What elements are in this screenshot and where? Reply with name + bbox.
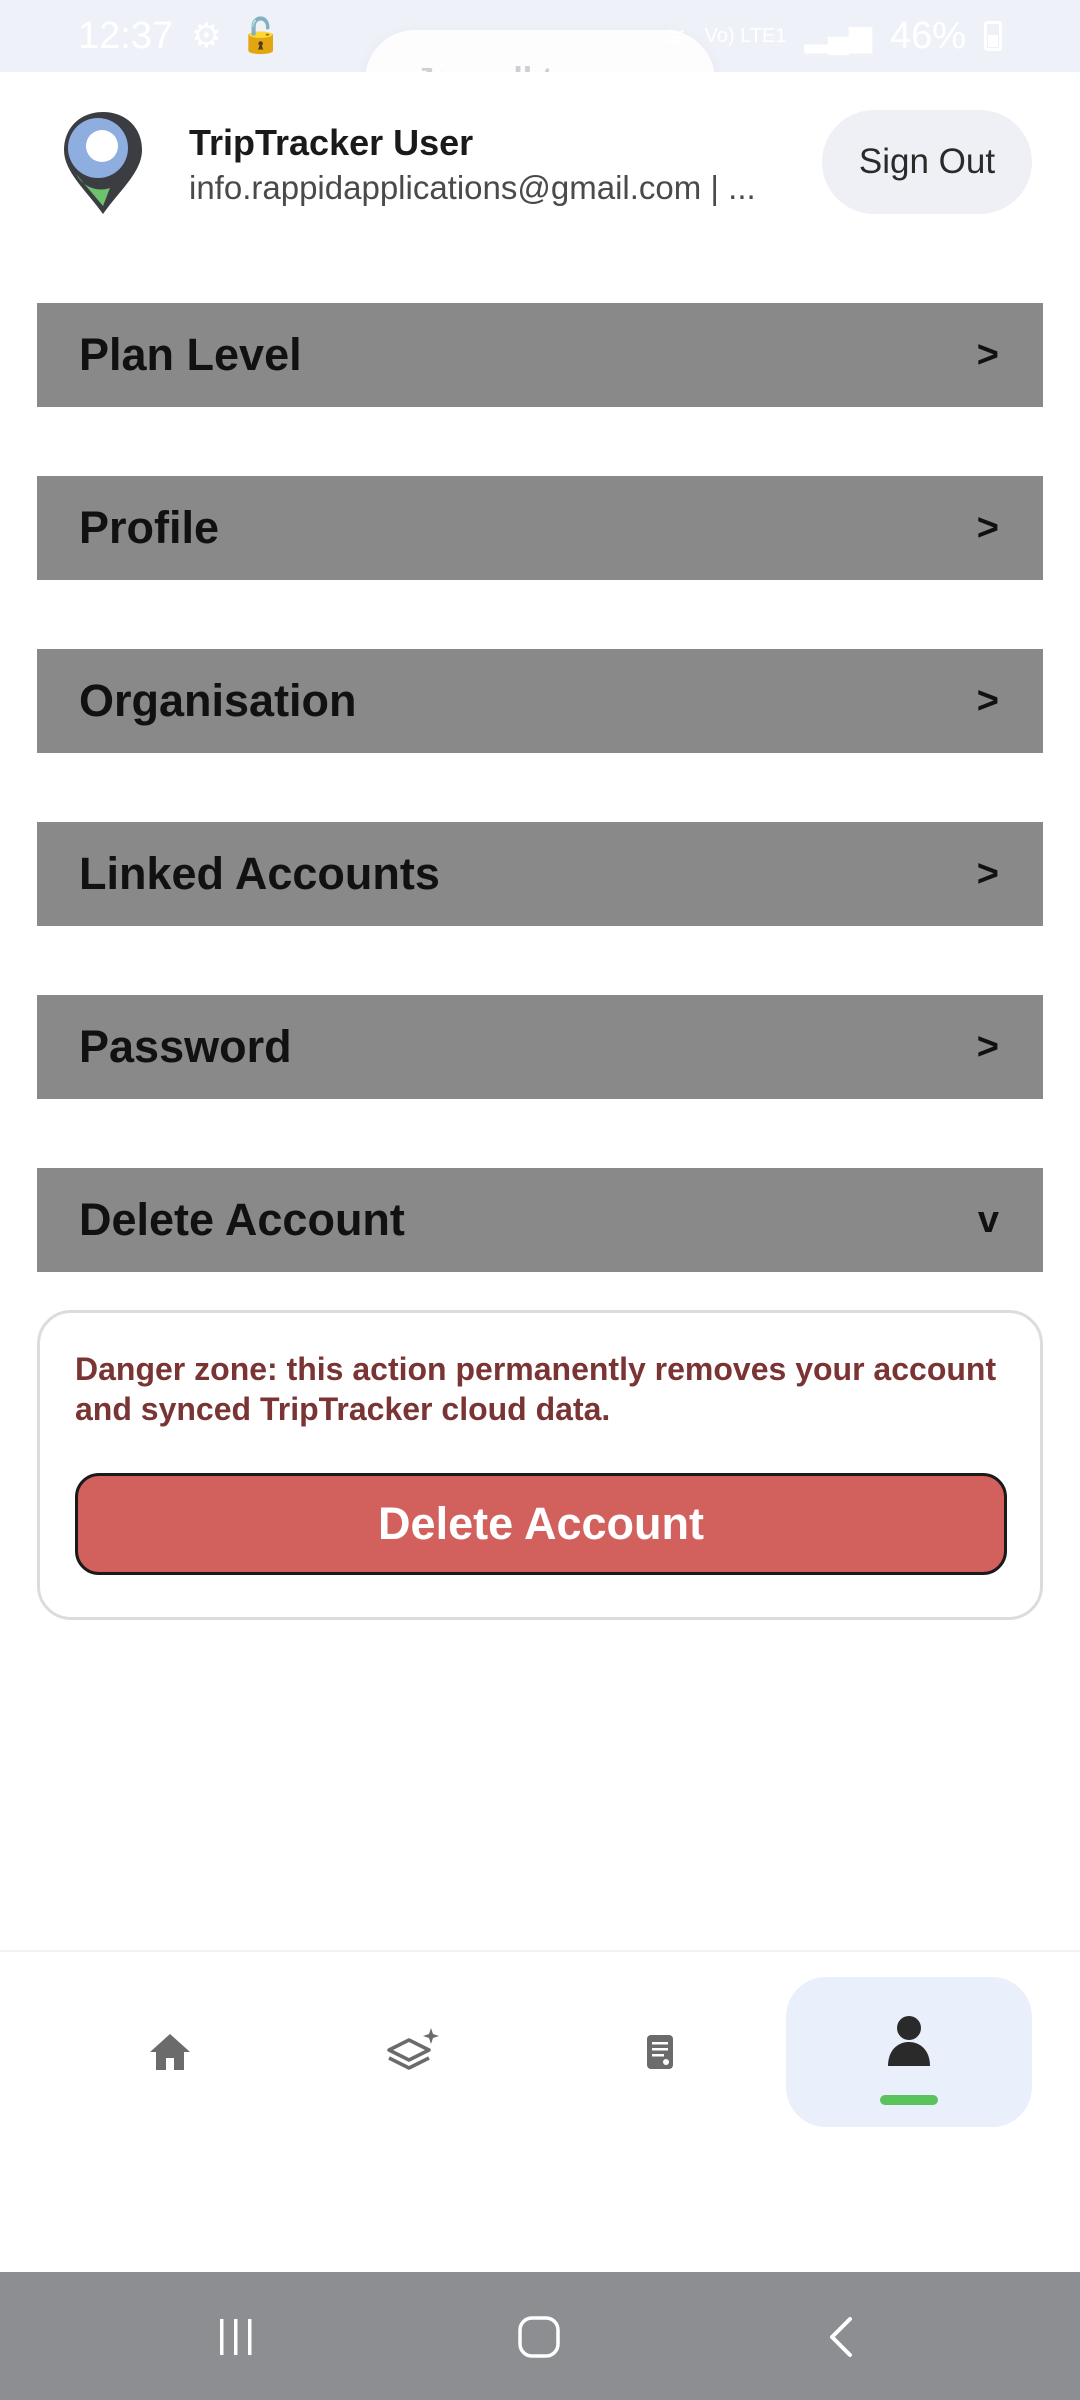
section-label: Plan Level xyxy=(79,329,302,380)
nav-layers[interactable] xyxy=(290,1977,536,2127)
section-linked-accounts[interactable]: Linked Accounts > xyxy=(37,822,1043,926)
chevron-down-icon: v xyxy=(977,1198,999,1241)
danger-zone-card: Danger zone: this action permanently rem… xyxy=(37,1310,1043,1620)
home-button[interactable] xyxy=(489,2302,589,2372)
user-name: TripTracker User xyxy=(189,122,474,163)
lock-status-icon: 🔓 xyxy=(239,17,282,55)
user-email: info.rappidapplications@gmail.com | ... xyxy=(189,169,756,206)
delete-account-button[interactable]: Delete Account xyxy=(75,1473,1007,1575)
section-profile[interactable]: Profile > xyxy=(37,476,1043,580)
nav-home[interactable] xyxy=(47,1977,293,2127)
active-tab-indicator xyxy=(880,2095,938,2105)
section-label: Organisation xyxy=(79,675,357,726)
chevron-right-icon: > xyxy=(976,1025,999,1068)
status-time: 12:37 xyxy=(78,14,174,57)
section-label: Delete Account xyxy=(79,1194,405,1245)
chevron-right-icon: > xyxy=(976,852,999,895)
system-navigation-bar xyxy=(0,2272,1080,2400)
user-info: TripTracker User info.rappidapplications… xyxy=(189,120,789,210)
section-label: Password xyxy=(79,1021,292,1072)
section-label: Profile xyxy=(79,502,220,553)
recent-apps-icon xyxy=(220,2319,252,2355)
back-icon xyxy=(830,2317,852,2357)
document-icon xyxy=(647,2035,673,2069)
section-plan-level[interactable]: Plan Level > xyxy=(37,303,1043,407)
chevron-right-icon: > xyxy=(976,506,999,549)
account-screen: 12:37 ⚙ 🔓 ≋ Vo) LTE1 ▂▄▆ 46% ↻ pull to s… xyxy=(0,0,1080,2400)
status-right: ≋ Vo) LTE1 ▂▄▆ 46% xyxy=(663,15,1002,58)
battery-icon xyxy=(984,21,1002,51)
battery-percent: 46% xyxy=(889,14,966,57)
sign-out-button[interactable]: Sign Out xyxy=(822,110,1032,214)
danger-zone-text: Danger zone: this action permanently rem… xyxy=(75,1351,997,1427)
nav-reports[interactable] xyxy=(537,1977,783,2127)
home-circle-icon xyxy=(518,2316,560,2358)
chevron-right-icon: > xyxy=(976,679,999,722)
bottom-nav xyxy=(0,1950,1080,2272)
account-header: TripTracker User info.rappidapplications… xyxy=(0,72,1080,272)
status-left: 12:37 ⚙ 🔓 xyxy=(78,15,282,58)
recent-apps-button[interactable] xyxy=(186,2302,286,2372)
person-icon xyxy=(888,2016,930,2066)
settings-status-icon: ⚙ xyxy=(191,17,222,55)
section-label: Linked Accounts xyxy=(79,848,440,899)
back-button[interactable] xyxy=(792,2302,892,2372)
home-icon xyxy=(150,2034,190,2070)
triptracker-logo-icon xyxy=(64,112,142,214)
section-organisation[interactable]: Organisation > xyxy=(37,649,1043,753)
nav-account[interactable] xyxy=(786,1977,1032,2127)
signal-status-icon: ▂▄▆ xyxy=(804,19,872,53)
layers-sparkle-icon xyxy=(387,2028,439,2070)
chevron-right-icon: > xyxy=(976,333,999,376)
section-delete-account[interactable]: Delete Account v xyxy=(37,1168,1043,1272)
lte-status-icon: Vo) LTE1 xyxy=(704,24,787,47)
section-password[interactable]: Password > xyxy=(37,995,1043,1099)
